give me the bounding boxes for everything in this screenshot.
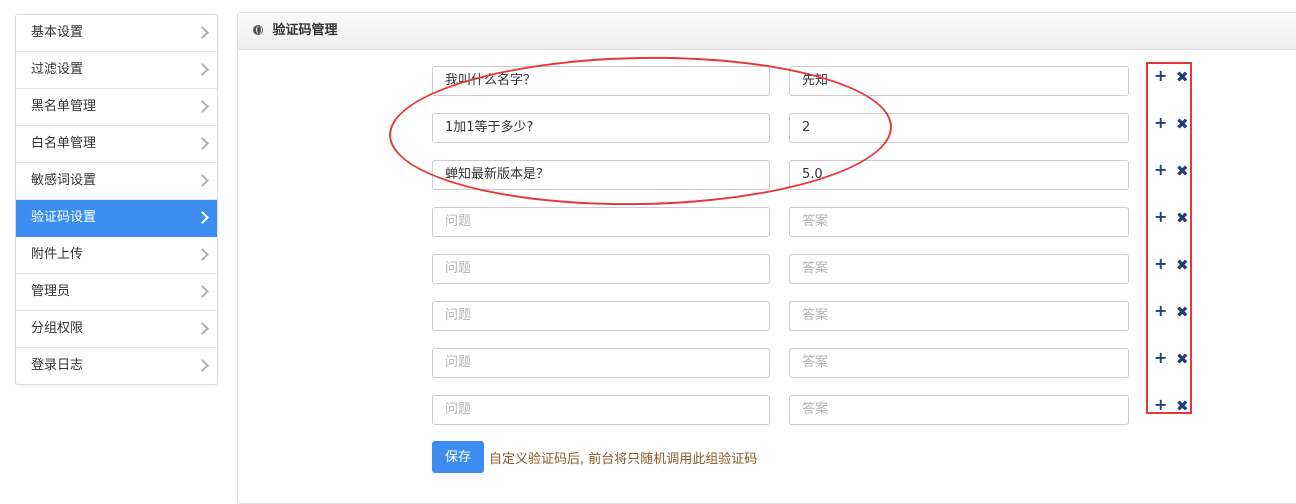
sidebar-item-label: 基本设置 <box>31 25 84 40</box>
sidebar-item-login-log[interactable]: 登录日志 <box>16 348 217 384</box>
sidebar-item-filter-settings[interactable]: 过滤设置 <box>16 52 217 89</box>
sidebar-item-sensitive-words[interactable]: 敏感词设置 <box>16 163 217 200</box>
annotation-box <box>1146 62 1192 414</box>
panel-title: 验证码管理 <box>272 23 338 38</box>
sidebar-item-blacklist[interactable]: 黑名单管理 <box>16 89 217 126</box>
sidebar-item-group-permissions[interactable]: 分组权限 <box>16 311 217 348</box>
sidebar-item-label: 敏感词设置 <box>31 173 97 188</box>
question-input[interactable]: 问题 <box>432 395 770 425</box>
question-input[interactable]: 问题 <box>432 301 770 331</box>
sidebar-item-label: 验证码设置 <box>31 210 97 225</box>
panel-header: 验证码管理 <box>238 13 1296 50</box>
answer-input[interactable]: 答案 <box>789 207 1129 237</box>
sidebar-item-label: 白名单管理 <box>31 136 97 151</box>
question-input[interactable]: 问题 <box>432 207 770 237</box>
sidebar-item-admins[interactable]: 管理员 <box>16 274 217 311</box>
answer-input[interactable]: 答案 <box>789 348 1129 378</box>
answer-input[interactable]: 答案 <box>789 301 1129 331</box>
answer-input[interactable]: 答案 <box>789 395 1129 425</box>
chevron-right-icon <box>196 248 209 261</box>
sidebar-item-label: 附件上传 <box>31 247 84 262</box>
sidebar: 基本设置 过滤设置 黑名单管理 白名单管理 敏感词设置 验证码设置 附件上传 管… <box>15 14 218 385</box>
chevron-right-icon <box>196 174 209 187</box>
chevron-right-icon <box>196 100 209 113</box>
globe-icon <box>253 25 263 35</box>
chevron-right-icon <box>196 359 209 372</box>
sidebar-item-captcha-settings[interactable]: 验证码设置 <box>16 200 217 237</box>
sidebar-item-whitelist[interactable]: 白名单管理 <box>16 126 217 163</box>
sidebar-item-attachment-upload[interactable]: 附件上传 <box>16 237 217 274</box>
save-button[interactable]: 保存 <box>432 441 484 473</box>
sidebar-item-label: 登录日志 <box>31 358 84 373</box>
help-text: 自定义验证码后, 前台将只随机调用此组验证码 <box>489 452 758 467</box>
question-input[interactable]: 问题 <box>432 254 770 284</box>
sidebar-item-label: 分组权限 <box>31 321 84 336</box>
chevron-right-icon <box>196 26 209 39</box>
chevron-right-icon <box>196 322 209 335</box>
sidebar-item-basic-settings[interactable]: 基本设置 <box>16 15 217 52</box>
answer-input[interactable]: 答案 <box>789 254 1129 284</box>
chevron-right-icon <box>196 211 209 224</box>
chevron-right-icon <box>196 137 209 150</box>
chevron-right-icon <box>196 63 209 76</box>
sidebar-item-label: 过滤设置 <box>31 62 84 77</box>
sidebar-item-label: 黑名单管理 <box>31 99 97 114</box>
question-input[interactable]: 问题 <box>432 348 770 378</box>
sidebar-item-label: 管理员 <box>31 284 71 299</box>
chevron-right-icon <box>196 285 209 298</box>
